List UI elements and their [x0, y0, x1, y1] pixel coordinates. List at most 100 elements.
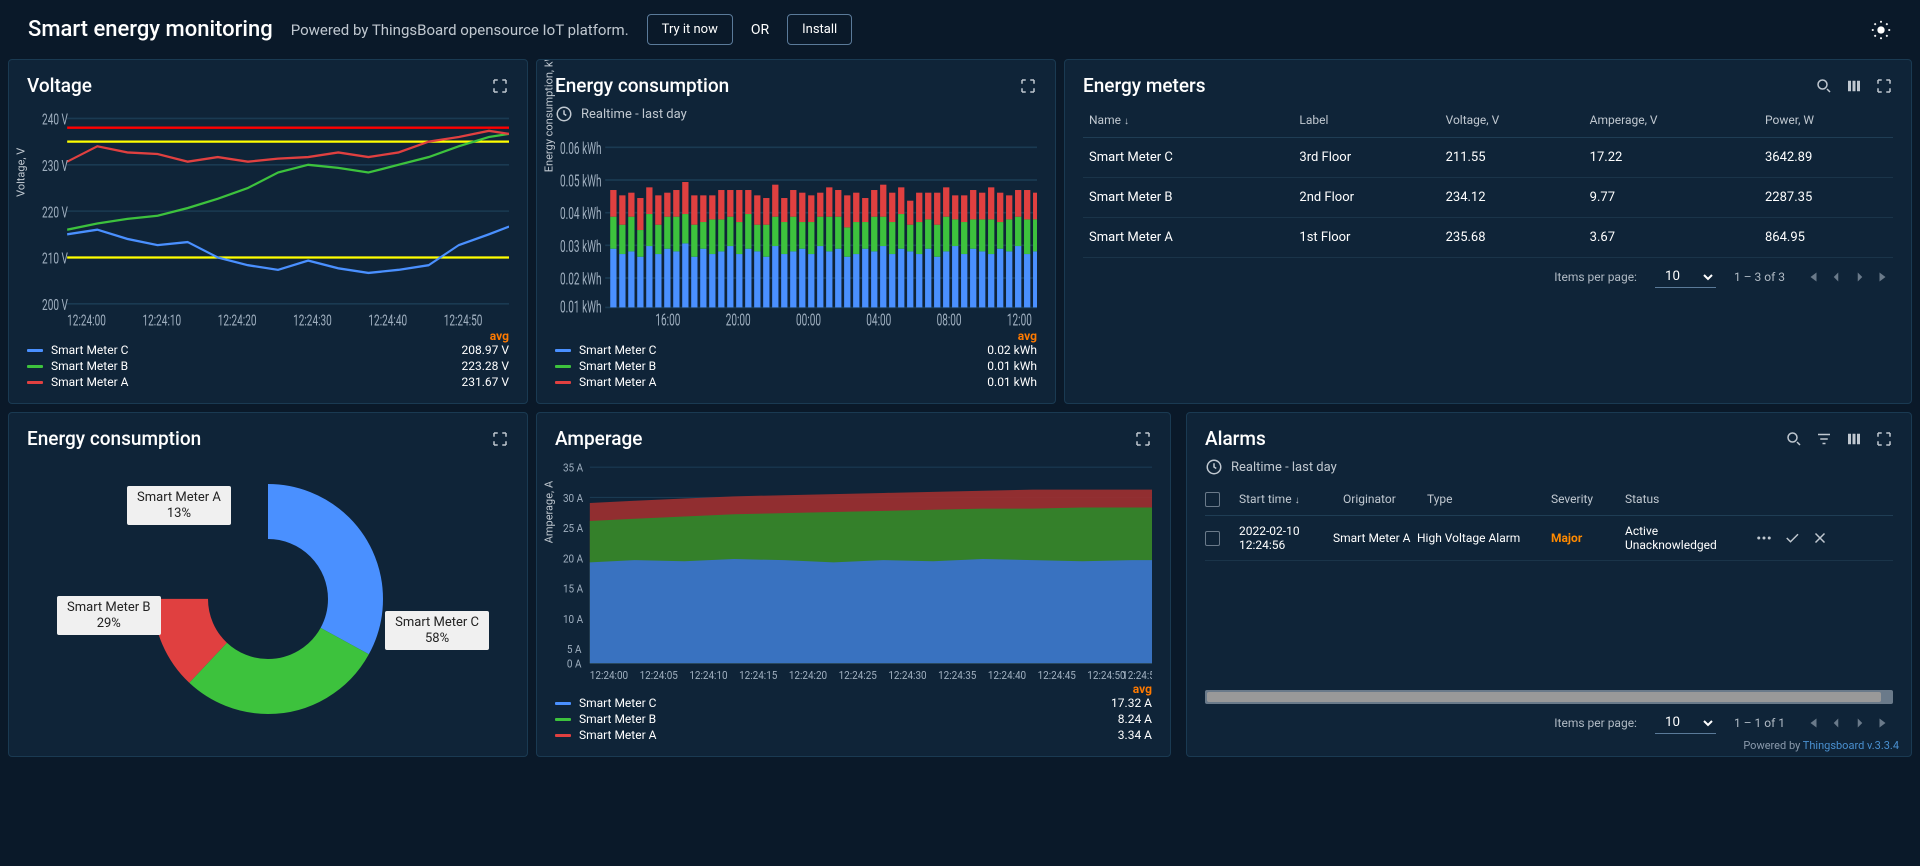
svg-text:0.04 kWh: 0.04 kWh: [560, 205, 602, 224]
col-amperage[interactable]: Amperage, V: [1584, 103, 1759, 138]
ack-icon[interactable]: [1783, 529, 1801, 547]
svg-text:12:24:50: 12:24:50: [444, 312, 483, 327]
svg-text:5 A: 5 A: [567, 643, 582, 657]
svg-text:200 V: 200 V: [42, 297, 68, 315]
svg-text:0.06 kWh: 0.06 kWh: [560, 139, 602, 158]
thingsboard-link[interactable]: Thingsboard v.3.3.4: [1803, 739, 1899, 752]
donut-title: Energy consumption: [27, 427, 201, 450]
page-last-icon[interactable]: [1875, 268, 1893, 286]
search-icon[interactable]: [1815, 77, 1833, 95]
col-severity[interactable]: Severity: [1551, 492, 1621, 507]
clock-icon: [1205, 458, 1223, 476]
table-row[interactable]: Smart Meter B2nd Floor234.129.772287.35: [1083, 178, 1893, 218]
legend-name: Smart Meter B: [579, 359, 656, 373]
cell-amperage: 9.77: [1584, 178, 1759, 218]
col-name[interactable]: Name↓: [1083, 103, 1293, 138]
legend-value: 3.34 A: [1118, 728, 1152, 742]
voltage-widget: Voltage Voltage, V 240 V230 V220 V210 V2…: [8, 59, 528, 404]
legend-item[interactable]: Smart Meter C0.02 kWh: [555, 343, 1037, 357]
realtime-label: Realtime - last day: [1231, 460, 1337, 475]
ipp-select[interactable]: 10: [1655, 266, 1716, 288]
table-row[interactable]: Smart Meter A1st Floor235.683.67864.95: [1083, 218, 1893, 258]
legend-name: Smart Meter B: [51, 359, 128, 373]
fullscreen-icon[interactable]: [1875, 77, 1893, 95]
columns-icon[interactable]: [1845, 77, 1863, 95]
svg-text:20:00: 20:00: [726, 311, 751, 327]
col-label[interactable]: Label: [1293, 103, 1439, 138]
page-first-icon[interactable]: [1803, 268, 1821, 286]
legend-value: 0.01 kWh: [987, 375, 1037, 389]
page-next-icon[interactable]: [1851, 268, 1869, 286]
svg-text:12:24:10: 12:24:10: [689, 668, 727, 680]
svg-text:12:24:00: 12:24:00: [67, 312, 106, 327]
svg-text:210 V: 210 V: [42, 251, 68, 269]
ipp-label: Items per page:: [1554, 270, 1637, 284]
columns-icon[interactable]: [1845, 430, 1863, 448]
search-icon[interactable]: [1785, 430, 1803, 448]
more-icon[interactable]: [1755, 529, 1773, 547]
fullscreen-icon[interactable]: [1875, 430, 1893, 448]
amperage-chart: Amperage, A 35 A30 A25 A20 A15 A10 A5 A0…: [555, 456, 1152, 680]
cell-amperage: 17.22: [1584, 138, 1759, 178]
alarm-row[interactable]: 2022-02-10 12:24:56 Smart Meter A High V…: [1205, 516, 1893, 561]
col-voltage[interactable]: Voltage, V: [1440, 103, 1584, 138]
page-prev-icon[interactable]: [1827, 714, 1845, 732]
legend-item[interactable]: Smart Meter C17.32 A: [555, 696, 1152, 710]
svg-text:00:00: 00:00: [796, 311, 821, 327]
legend-item[interactable]: Smart Meter A231.67 V: [27, 375, 509, 389]
legend-item[interactable]: Smart Meter B 223.28 V: [27, 359, 509, 373]
col-status[interactable]: Status: [1625, 492, 1735, 507]
fullscreen-icon[interactable]: [491, 430, 509, 448]
legend-swatch: [555, 349, 571, 352]
col-power[interactable]: Power, W: [1759, 103, 1893, 138]
col-start-time[interactable]: Start time↓: [1239, 492, 1339, 507]
alarms-pager: Items per page: 10 1 – 1 of 1: [1205, 704, 1893, 742]
svg-text:04:00: 04:00: [866, 311, 891, 327]
legend-item[interactable]: Smart Meter B8.24 A: [555, 712, 1152, 726]
sort-down-icon: ↓: [1124, 116, 1129, 127]
horizontal-scrollbar[interactable]: [1205, 690, 1893, 704]
cell-power: 2287.35: [1759, 178, 1893, 218]
energy-bar-chart: Energy consumption, kWh 0.06 kWh0.05 kWh…: [555, 131, 1037, 327]
fullscreen-icon[interactable]: [1134, 430, 1152, 448]
page-last-icon[interactable]: [1875, 714, 1893, 732]
svg-text:30 A: 30 A: [563, 491, 583, 505]
amperage-title: Amperage: [555, 427, 642, 450]
page-first-icon[interactable]: [1803, 714, 1821, 732]
col-originator[interactable]: Originator: [1343, 492, 1423, 507]
svg-text:12:24:40: 12:24:40: [368, 312, 407, 327]
legend-item[interactable]: Smart Meter B0.01 kWh: [555, 359, 1037, 373]
install-button[interactable]: Install: [787, 14, 852, 45]
ipp-select[interactable]: 10: [1655, 712, 1716, 734]
page-next-icon[interactable]: [1851, 714, 1869, 732]
avg-label: avg: [27, 329, 509, 343]
legend-item[interactable]: Smart Meter A3.34 A: [555, 728, 1152, 742]
svg-text:12:24:40: 12:24:40: [988, 668, 1026, 680]
filter-icon[interactable]: [1815, 430, 1833, 448]
svg-text:35 A: 35 A: [563, 461, 583, 475]
fullscreen-icon[interactable]: [491, 77, 509, 95]
legend-value: 8.24 A: [1118, 712, 1152, 726]
legend-item[interactable]: Smart Meter C208.97 V: [27, 343, 509, 357]
legend-value: 231.67 V: [461, 375, 509, 389]
legend-value: 223.28 V: [461, 359, 509, 373]
select-all-checkbox[interactable]: [1205, 492, 1220, 507]
page-prev-icon[interactable]: [1827, 268, 1845, 286]
or-text: OR: [751, 22, 769, 38]
fullscreen-icon[interactable]: [1019, 77, 1037, 95]
legend-name: Smart Meter C: [579, 696, 656, 710]
legend-swatch: [27, 365, 43, 368]
legend-item[interactable]: Smart Meter A0.01 kWh: [555, 375, 1037, 389]
table-row[interactable]: Smart Meter C3rd Floor211.5517.223642.89: [1083, 138, 1893, 178]
svg-text:0.05 kWh: 0.05 kWh: [560, 172, 602, 191]
svg-text:240 V: 240 V: [42, 112, 68, 130]
clear-icon[interactable]: [1811, 529, 1829, 547]
row-checkbox[interactable]: [1205, 531, 1220, 546]
sun-icon[interactable]: [1870, 19, 1892, 41]
powered-by-text: Powered by ThingsBoard opensource IoT pl…: [291, 21, 629, 39]
try-button[interactable]: Try it now: [647, 14, 733, 45]
col-type[interactable]: Type: [1427, 492, 1547, 507]
svg-text:12:00: 12:00: [1007, 311, 1032, 327]
svg-text:0.03 kWh: 0.03 kWh: [560, 237, 602, 256]
legend-swatch: [27, 349, 43, 352]
